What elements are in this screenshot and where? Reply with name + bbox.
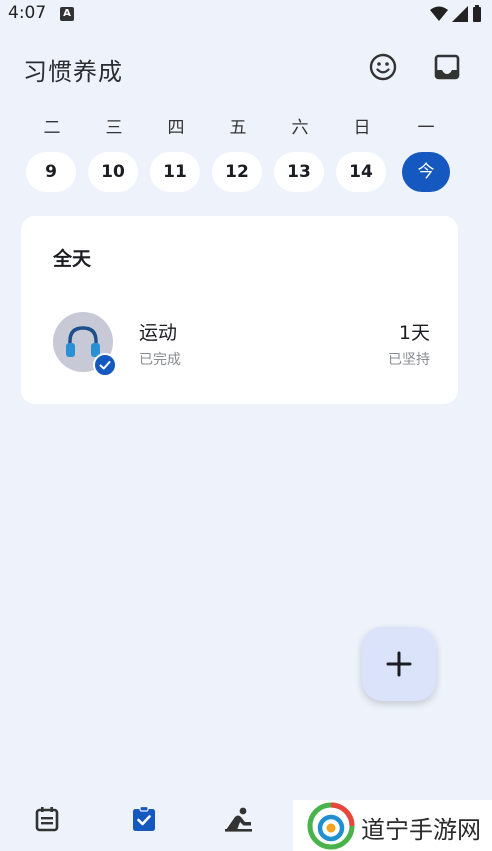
watermark-text: 道宁手游网 xyxy=(361,816,481,844)
day-name: 三 xyxy=(105,118,123,138)
card-title: 全天 xyxy=(53,248,92,270)
day-thu[interactable]: 四 11 xyxy=(150,116,202,192)
day-name: 四 xyxy=(167,118,185,138)
inbox-icon[interactable] xyxy=(431,51,463,83)
day-name: 一 xyxy=(417,118,435,138)
day-date[interactable]: 9 xyxy=(26,152,76,192)
add-habit-button[interactable] xyxy=(362,627,436,701)
day-date[interactable]: 13 xyxy=(274,152,324,192)
meditation-icon[interactable] xyxy=(224,805,252,833)
calendar-icon[interactable] xyxy=(33,805,61,833)
day-name: 二 xyxy=(43,118,61,138)
day-name: 五 xyxy=(229,118,247,138)
day-date[interactable]: 11 xyxy=(150,152,200,192)
clipboard-check-icon[interactable] xyxy=(130,805,158,833)
day-date-today[interactable]: 今 xyxy=(402,152,450,192)
habit-name[interactable]: 运动 xyxy=(139,318,177,345)
watermark: 道宁手游网 xyxy=(293,800,492,851)
status-time: 4:07 xyxy=(8,3,47,23)
plus-icon xyxy=(386,651,412,677)
signal-icon xyxy=(452,5,468,22)
day-wed[interactable]: 三 10 xyxy=(88,116,140,192)
battery-icon xyxy=(473,5,481,22)
habit-streak-days: 1天 xyxy=(398,322,430,344)
day-tue[interactable]: 二 9 xyxy=(26,116,78,192)
day-fri[interactable]: 五 12 xyxy=(212,116,264,192)
day-name: 日 xyxy=(353,118,371,138)
day-name: 六 xyxy=(291,118,309,138)
watermark-logo-icon xyxy=(307,802,355,850)
day-date[interactable]: 14 xyxy=(336,152,386,192)
page-title: 习惯养成 xyxy=(23,58,123,86)
notification-a-icon: A xyxy=(60,7,74,21)
completed-check-icon xyxy=(93,353,117,377)
wifi-icon xyxy=(430,6,448,21)
day-date[interactable]: 10 xyxy=(88,152,138,192)
habit-card: 全天 运动 已完成 1天 已坚持 xyxy=(21,216,458,404)
habit-status: 已完成 xyxy=(139,352,181,368)
day-mon-today[interactable]: 一 今 xyxy=(400,116,452,192)
day-sun[interactable]: 日 14 xyxy=(336,116,388,192)
status-icons xyxy=(430,5,482,22)
day-date[interactable]: 12 xyxy=(212,152,262,192)
status-bar: 4:07 A xyxy=(0,0,492,30)
day-sat[interactable]: 六 13 xyxy=(274,116,326,192)
smile-icon[interactable] xyxy=(367,51,399,83)
habit-streak-label: 已坚持 xyxy=(388,352,430,368)
